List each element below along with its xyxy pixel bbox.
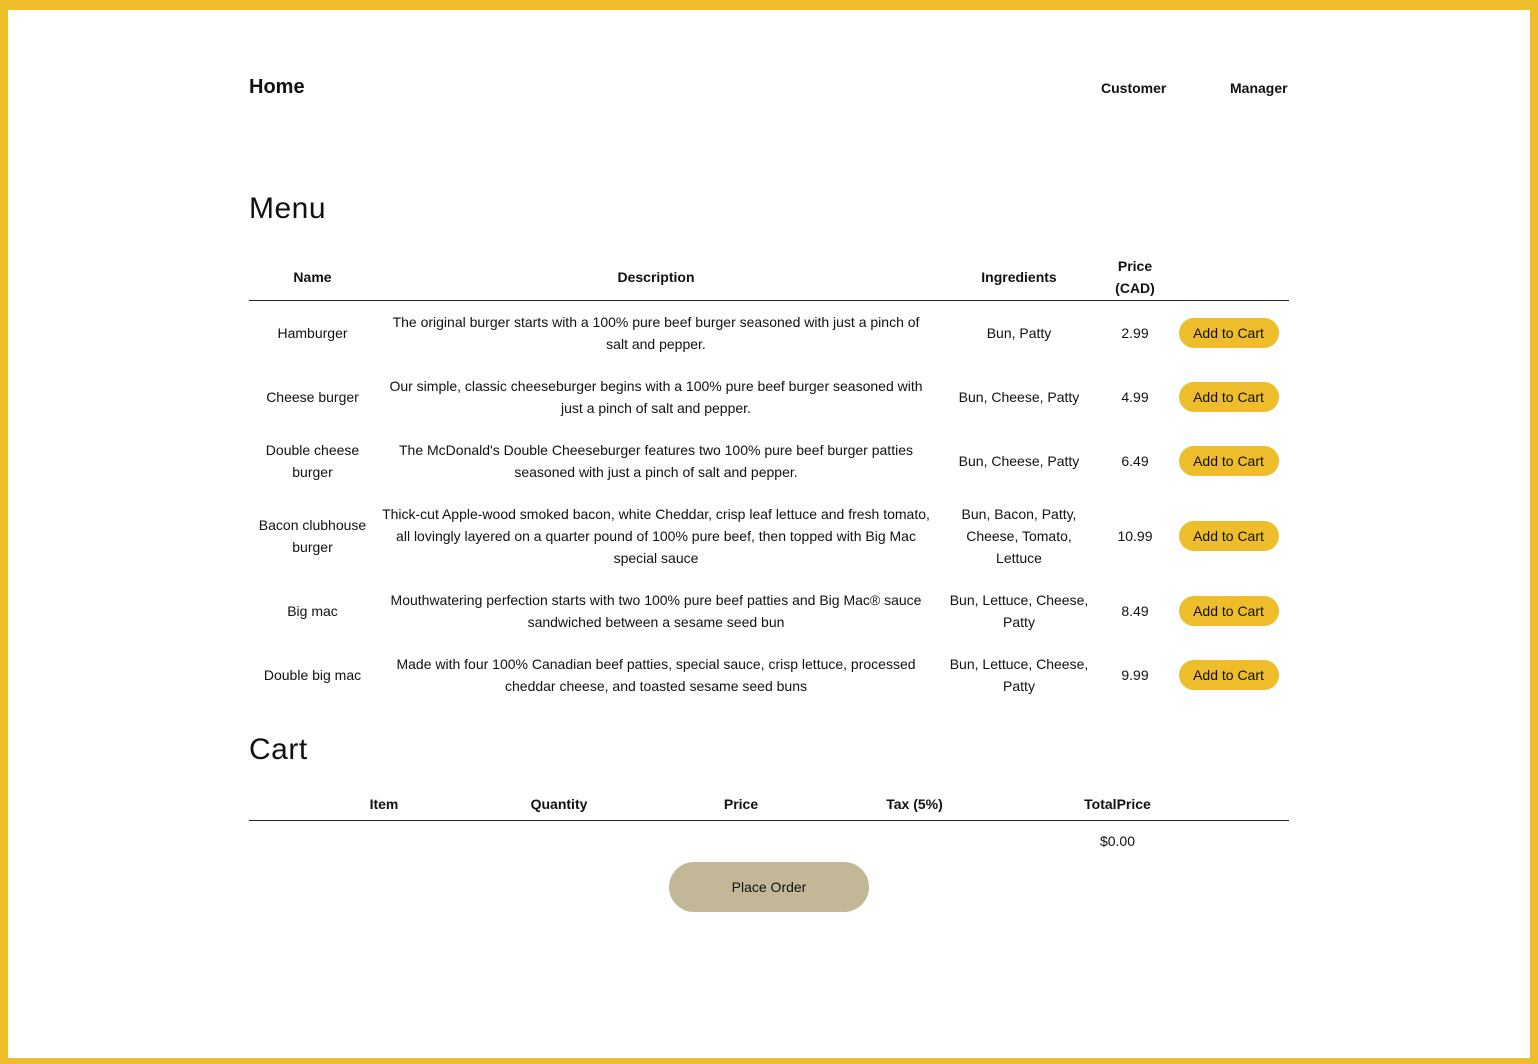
menu-item-price: 8.49 <box>1121 602 1149 619</box>
menu-item-action: Add to Cart <box>1168 365 1289 429</box>
cart-table: Item Quantity Price Tax (5%) TotalPrice … <box>249 796 1289 862</box>
menu-item-description: Mouthwatering perfection starts with two… <box>390 591 922 630</box>
place-order-button[interactable]: Place Order <box>669 862 869 912</box>
menu-item-name: Hamburger <box>277 324 348 341</box>
add-to-cart-button[interactable]: Add to Cart <box>1178 381 1279 412</box>
nav-home-link[interactable]: Home <box>249 76 305 99</box>
menu-item-name: Cheese burger <box>266 388 359 405</box>
cart-header-tax: Tax (5%) <box>883 796 946 821</box>
cart-header-price: Price <box>599 796 883 821</box>
menu-row: Double cheese burger The McDonald's Doub… <box>249 429 1289 493</box>
menu-item-action: Add to Cart <box>1168 493 1289 579</box>
menu-header-row: Name Description Ingredients Price (CAD) <box>249 254 1289 301</box>
menu-heading: Menu <box>249 192 327 225</box>
top-nav: Home Customer Manager <box>249 76 1289 104</box>
add-to-cart-button[interactable]: Add to Cart <box>1178 520 1279 551</box>
menu-item-ingredients: Bun, Lettuce, Cheese, Patty <box>949 591 1089 630</box>
menu-item-ingredients: Bun, Patty <box>986 324 1052 341</box>
menu-table: Name Description Ingredients Price (CAD)… <box>249 254 1289 707</box>
menu-item-description: The McDonald's Double Cheeseburger featu… <box>399 441 913 480</box>
cart-header-item: Item <box>249 796 519 821</box>
menu-item-action: Add to Cart <box>1168 300 1289 365</box>
menu-item-description: Made with four 100% Canadian beef pattie… <box>396 655 916 694</box>
menu-header-ingredients: Ingredients <box>936 254 1102 301</box>
menu-row: Hamburger The original burger starts wit… <box>249 300 1289 365</box>
menu-item-name: Double cheese burger <box>265 441 360 480</box>
menu-item-ingredients: Bun, Cheese, Patty <box>958 452 1080 469</box>
cart-total-value: $0.00 <box>1099 833 1136 850</box>
menu-item-action: Add to Cart <box>1168 429 1289 493</box>
nav-manager-link[interactable]: Manager <box>1230 80 1288 96</box>
cart-heading: Cart <box>249 733 308 766</box>
menu-item-price: 2.99 <box>1121 324 1149 341</box>
cart-total-row: $0.00 <box>249 820 1289 862</box>
nav-customer-link[interactable]: Customer <box>1101 80 1166 96</box>
menu-row: Bacon clubhouse burger Thick-cut Apple-w… <box>249 493 1289 579</box>
menu-row: Cheese burger Our simple, classic cheese… <box>249 365 1289 429</box>
menu-item-description: Our simple, classic cheeseburger begins … <box>389 377 923 416</box>
menu-item-description: The original burger starts with a 100% p… <box>392 313 920 352</box>
menu-item-price: 6.49 <box>1121 452 1149 469</box>
menu-header-price: Price (CAD) <box>1102 254 1168 301</box>
menu-item-name: Bacon clubhouse burger <box>258 516 367 555</box>
menu-item-action: Add to Cart <box>1168 643 1289 707</box>
add-to-cart-button[interactable]: Add to Cart <box>1178 659 1279 690</box>
menu-item-ingredients: Bun, Cheese, Patty <box>958 388 1080 405</box>
menu-item-name: Big mac <box>287 602 338 619</box>
menu-header-action <box>1168 254 1289 301</box>
add-to-cart-button[interactable]: Add to Cart <box>1178 317 1279 348</box>
menu-row: Big mac Mouthwatering perfection starts … <box>249 579 1289 643</box>
menu-item-price: 4.99 <box>1121 388 1149 405</box>
add-to-cart-button[interactable]: Add to Cart <box>1178 595 1279 626</box>
menu-header-name: Name <box>249 254 376 301</box>
cart-header-total: TotalPrice <box>946 796 1289 821</box>
add-to-cart-button[interactable]: Add to Cart <box>1178 445 1279 476</box>
cart-header-row: Item Quantity Price Tax (5%) TotalPrice <box>249 796 1289 821</box>
menu-item-description: Thick-cut Apple-wood smoked bacon, white… <box>382 505 930 566</box>
cart-header-quantity: Quantity <box>519 796 599 821</box>
menu-row: Double big mac Made with four 100% Canad… <box>249 643 1289 707</box>
menu-item-ingredients: Bun, Lettuce, Cheese, Patty <box>949 655 1089 694</box>
menu-item-action: Add to Cart <box>1168 579 1289 643</box>
menu-item-price: 9.99 <box>1121 666 1149 683</box>
menu-header-description: Description <box>376 254 936 301</box>
menu-item-name: Double big mac <box>263 666 362 683</box>
menu-item-ingredients: Bun, Bacon, Patty, Cheese, Tomato, Lettu… <box>961 505 1077 566</box>
menu-item-price: 10.99 <box>1117 527 1153 544</box>
